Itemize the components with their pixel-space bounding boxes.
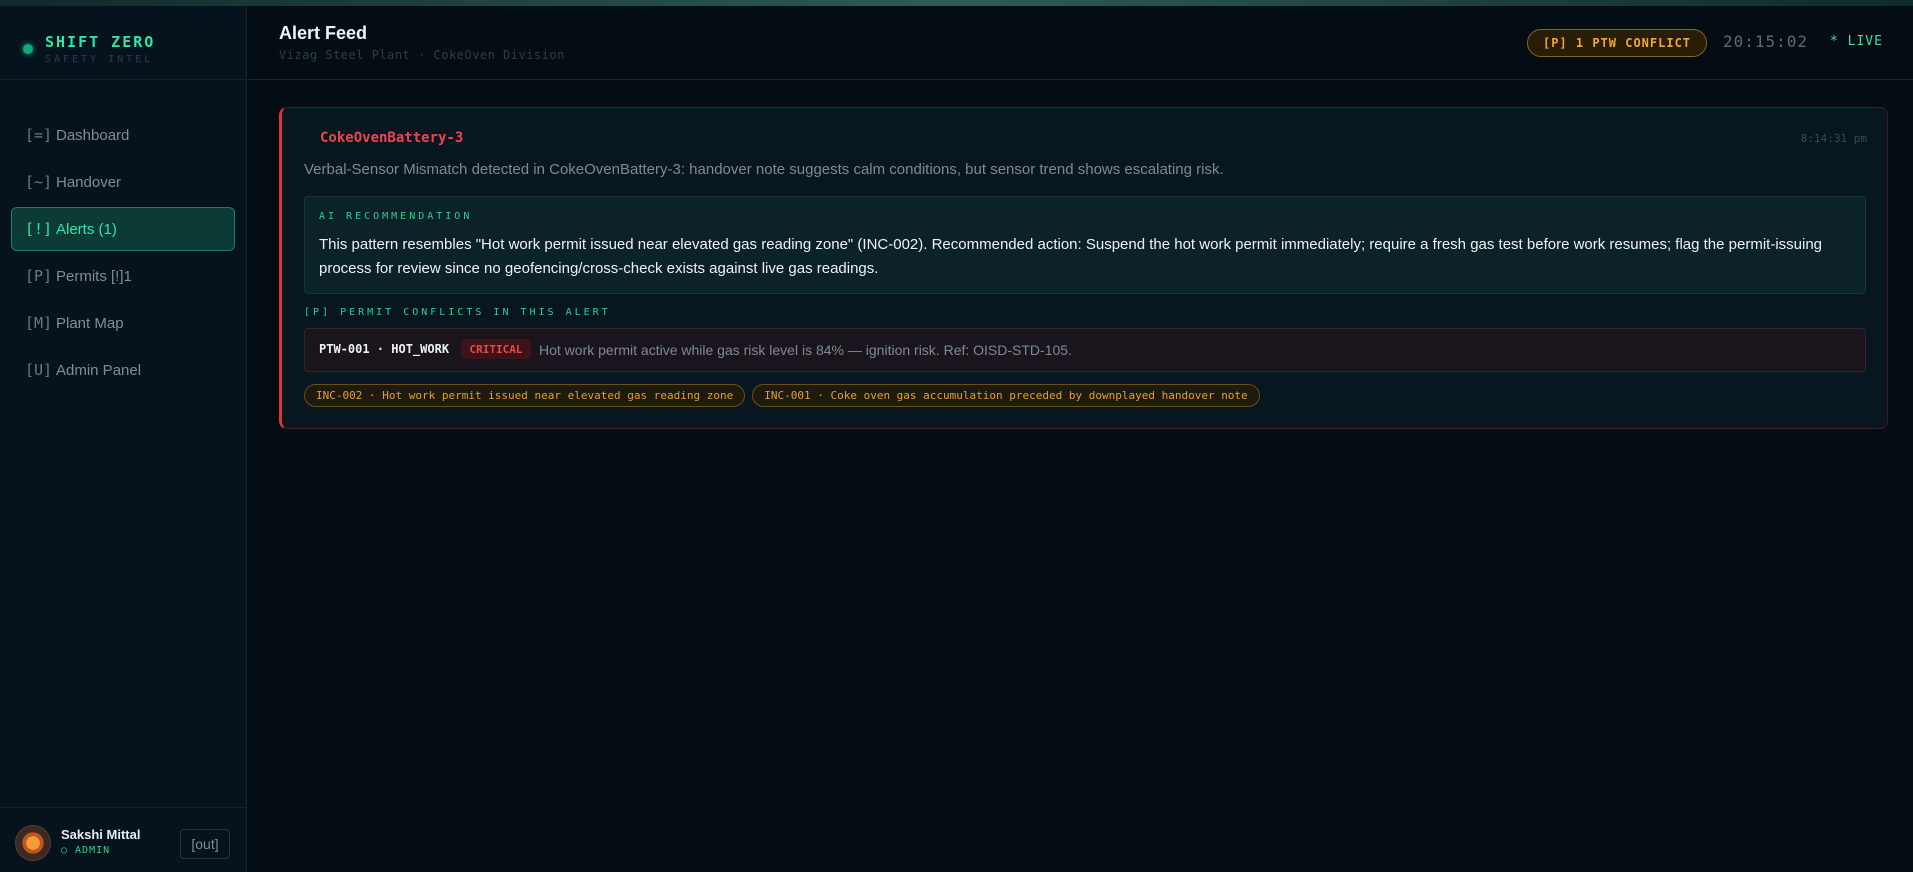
- incident-tag[interactable]: INC-001 · Coke oven gas accumulation pre…: [752, 384, 1260, 407]
- page-subtitle: Vizag Steel Plant · CokeOven Division: [279, 48, 565, 62]
- sidebar-item-label: Plant Map: [56, 314, 124, 332]
- user-panel: Sakshi Mittal ○ ADMIN [out]: [0, 807, 247, 872]
- user-name: Sakshi Mittal: [61, 827, 141, 842]
- ai-recommendation-label: AI RECOMMENDATION: [319, 211, 473, 222]
- logout-button[interactable]: [out]: [180, 829, 230, 859]
- admin-icon: [U]: [25, 361, 53, 379]
- alert-description: Verbal-Sensor Mismatch detected in CokeO…: [304, 161, 1224, 178]
- permit-icon: [P]: [25, 267, 53, 285]
- sidebar-item-handover[interactable]: [~] Handover: [11, 160, 235, 204]
- permit-conflicts-label: [P] PERMIT CONFLICTS IN THIS ALERT: [304, 307, 611, 318]
- user-role: ○ ADMIN: [61, 845, 111, 856]
- map-icon: [M]: [25, 314, 53, 332]
- sidebar-item-label: Handover: [56, 173, 122, 191]
- incident-tags: INC-002 · Hot work permit issued near el…: [304, 384, 1260, 407]
- sidebar-item-admin-panel[interactable]: [U] Admin Panel: [11, 348, 235, 392]
- alert-location: CokeOvenBattery-3: [320, 130, 464, 146]
- sidebar-item-plant-map[interactable]: [M] Plant Map: [11, 301, 235, 345]
- permit-id: PTW-001 · HOT_WORK: [319, 342, 450, 356]
- alert-timestamp: 8:14:31 pm: [1800, 132, 1867, 145]
- handover-icon: [~]: [25, 173, 53, 191]
- page-header: Alert Feed Vizag Steel Plant · CokeOven …: [248, 6, 1913, 80]
- permit-note: Hot work permit active while gas risk le…: [539, 342, 1072, 358]
- ptw-conflict-badge[interactable]: [P] 1 PTW CONFLICT: [1527, 29, 1707, 57]
- live-indicator: * LIVE: [1830, 34, 1883, 49]
- sidebar-item-alerts[interactable]: [!] Alerts (1): [11, 207, 235, 251]
- brand-subtitle: SAFETY INTEL: [45, 54, 154, 65]
- sidebar-nav: [=] Dashboard [~] Handover [!] Alerts (1…: [11, 113, 235, 395]
- permit-conflict-row[interactable]: PTW-001 · HOT_WORK CRITICAL Hot work per…: [304, 328, 1866, 372]
- sidebar-item-label: Dashboard: [56, 126, 130, 144]
- ai-recommendation-text: This pattern resembles "Hot work permit …: [319, 236, 1823, 277]
- clock: 20:15:02: [1723, 32, 1809, 51]
- status-dot-icon: [23, 44, 33, 54]
- incident-tag[interactable]: INC-002 · Hot work permit issued near el…: [304, 384, 746, 407]
- avatar[interactable]: [15, 825, 51, 861]
- alert-card[interactable]: CokeOvenBattery-3 8:14:31 pm Verbal-Sens…: [279, 107, 1888, 429]
- sidebar: SHIFT ZERO SAFETY INTEL [=] Dashboard [~…: [0, 6, 247, 872]
- page-title: Alert Feed: [279, 23, 368, 43]
- ai-recommendation: AI RECOMMENDATION This pattern resembles…: [304, 196, 1866, 294]
- sidebar-item-dashboard[interactable]: [=] Dashboard: [11, 113, 235, 157]
- sidebar-item-label: Alerts (1): [56, 220, 117, 238]
- sidebar-item-label: Admin Panel: [56, 361, 142, 379]
- sidebar-item-label: Permits [!]1: [56, 267, 132, 285]
- brand-title: SHIFT ZERO: [45, 33, 156, 51]
- severity-badge: CRITICAL: [461, 339, 531, 359]
- alert-icon: [!]: [25, 220, 53, 238]
- sidebar-item-permits[interactable]: [P] Permits [!]1: [11, 254, 235, 298]
- dashboard-icon: [=]: [25, 126, 53, 144]
- brand: SHIFT ZERO SAFETY INTEL: [0, 6, 246, 80]
